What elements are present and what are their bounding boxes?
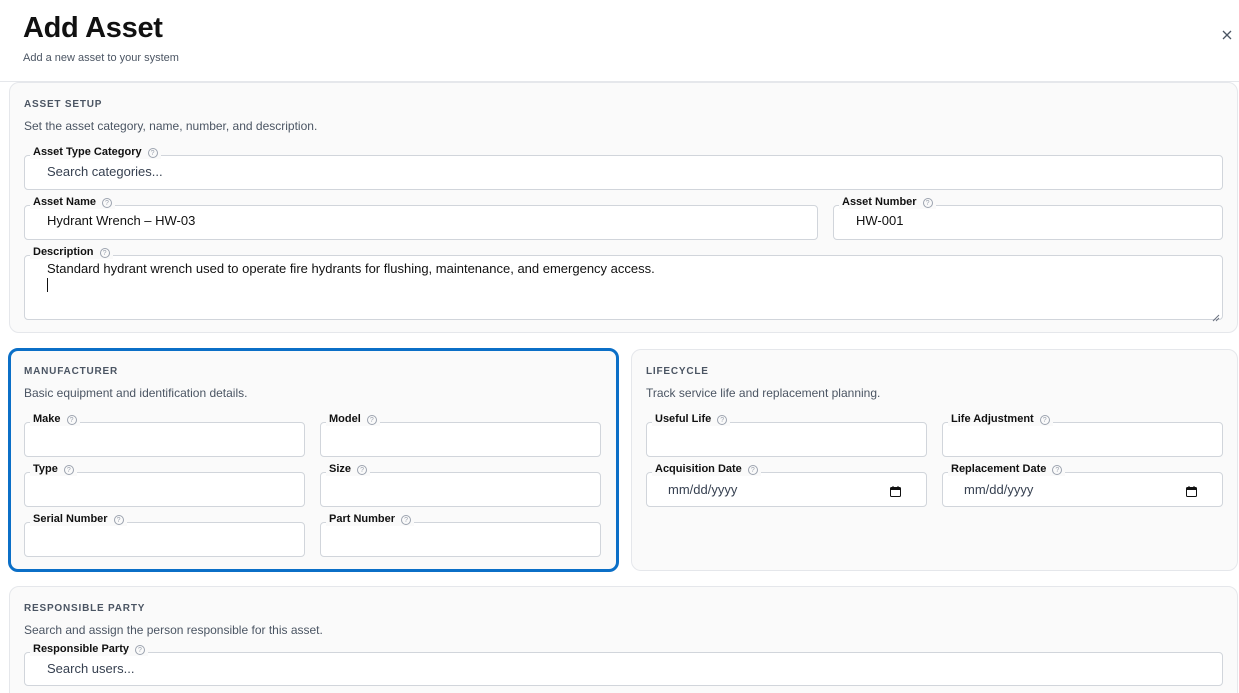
help-circle-icon[interactable]: ? xyxy=(922,197,933,208)
responsible-party-label: Responsible Party xyxy=(33,643,129,655)
description-textarea[interactable]: Standard hydrant wrench used to operate … xyxy=(47,261,655,276)
life-adjustment-label: Life Adjustment xyxy=(951,413,1034,425)
description-label: Description xyxy=(33,246,94,258)
life-adjustment-field[interactable]: Life Adjustment? xyxy=(942,413,1223,457)
useful-life-label: Useful Life xyxy=(655,413,712,425)
help-circle-icon[interactable]: ? xyxy=(99,247,110,258)
help-circle-icon[interactable]: ? xyxy=(66,414,77,425)
asset-type-category-label: Asset Type Category xyxy=(33,146,142,158)
model-label: Model xyxy=(329,413,361,425)
lifecycle-title: LIFECYCLE xyxy=(646,366,709,377)
type-label: Type xyxy=(33,463,58,475)
asset-number-input[interactable]: HW-001 xyxy=(856,213,903,228)
responsible-party-field[interactable]: Responsible Party? Search users... xyxy=(24,643,1223,686)
replacement-date-field[interactable]: Replacement Date? mm/dd/yyyy xyxy=(942,463,1223,507)
close-icon[interactable] xyxy=(1219,27,1235,43)
asset-setup-description: Set the asset category, name, number, an… xyxy=(24,119,318,133)
model-field[interactable]: Model? xyxy=(320,413,601,457)
help-circle-icon[interactable]: ? xyxy=(113,514,124,525)
asset-name-field[interactable]: Asset Name? Hydrant Wrench – HW-03 xyxy=(24,196,818,240)
help-circle-icon[interactable]: ? xyxy=(1052,464,1063,475)
manufacturer-title: MANUFACTURER xyxy=(24,366,119,377)
asset-setup-title: ASSET SETUP xyxy=(24,99,103,110)
asset-number-field[interactable]: Asset Number? HW-001 xyxy=(833,196,1223,240)
make-label: Make xyxy=(33,413,61,425)
help-circle-icon[interactable]: ? xyxy=(747,464,758,475)
description-field[interactable]: Description? Standard hydrant wrench use… xyxy=(24,246,1223,322)
size-field[interactable]: Size? xyxy=(320,463,601,507)
dialog-header: Add Asset Add a new asset to your system xyxy=(0,0,1239,82)
calendar-icon[interactable] xyxy=(1186,484,1197,497)
responsible-party-input[interactable]: Search users... xyxy=(47,661,134,676)
serial-number-label: Serial Number xyxy=(33,513,108,525)
part-number-label: Part Number xyxy=(329,513,396,525)
lifecycle-card xyxy=(631,349,1238,571)
acquisition-date-label: Acquisition Date xyxy=(655,463,742,475)
asset-name-label: Asset Name xyxy=(33,196,96,208)
help-circle-icon[interactable]: ? xyxy=(134,644,145,655)
acquisition-date-input[interactable]: mm/dd/yyyy xyxy=(668,482,737,497)
help-circle-icon[interactable]: ? xyxy=(147,147,158,158)
text-cursor xyxy=(47,278,48,292)
asset-name-input[interactable]: Hydrant Wrench – HW-03 xyxy=(47,213,195,228)
replacement-date-label: Replacement Date xyxy=(951,463,1047,475)
dialog-subtitle: Add a new asset to your system xyxy=(23,52,179,64)
type-field[interactable]: Type? xyxy=(24,463,305,507)
help-circle-icon[interactable]: ? xyxy=(357,464,368,475)
asset-number-label: Asset Number xyxy=(842,196,917,208)
responsible-party-description: Search and assign the person responsible… xyxy=(24,623,323,637)
help-circle-icon[interactable]: ? xyxy=(717,414,728,425)
resize-handle-icon[interactable] xyxy=(1212,309,1220,322)
useful-life-field[interactable]: Useful Life? xyxy=(646,413,927,457)
make-field[interactable]: Make? xyxy=(24,413,305,457)
asset-type-category-field[interactable]: Asset Type Category? Search categories..… xyxy=(24,146,1223,190)
help-circle-icon[interactable]: ? xyxy=(366,414,377,425)
help-circle-icon[interactable]: ? xyxy=(401,514,412,525)
manufacturer-description: Basic equipment and identification detai… xyxy=(24,386,248,400)
asset-type-category-input[interactable]: Search categories... xyxy=(47,164,163,179)
size-label: Size xyxy=(329,463,352,475)
part-number-field[interactable]: Part Number? xyxy=(320,513,601,557)
dialog-title: Add Asset xyxy=(23,12,163,44)
lifecycle-description: Track service life and replacement plann… xyxy=(646,386,881,400)
replacement-date-input[interactable]: mm/dd/yyyy xyxy=(964,482,1033,497)
help-circle-icon[interactable]: ? xyxy=(101,197,112,208)
calendar-icon[interactable] xyxy=(890,484,901,497)
help-circle-icon[interactable]: ? xyxy=(63,464,74,475)
serial-number-field[interactable]: Serial Number? xyxy=(24,513,305,557)
acquisition-date-field[interactable]: Acquisition Date? mm/dd/yyyy xyxy=(646,463,927,507)
responsible-party-title: RESPONSIBLE PARTY xyxy=(24,603,146,614)
help-circle-icon[interactable]: ? xyxy=(1039,414,1050,425)
